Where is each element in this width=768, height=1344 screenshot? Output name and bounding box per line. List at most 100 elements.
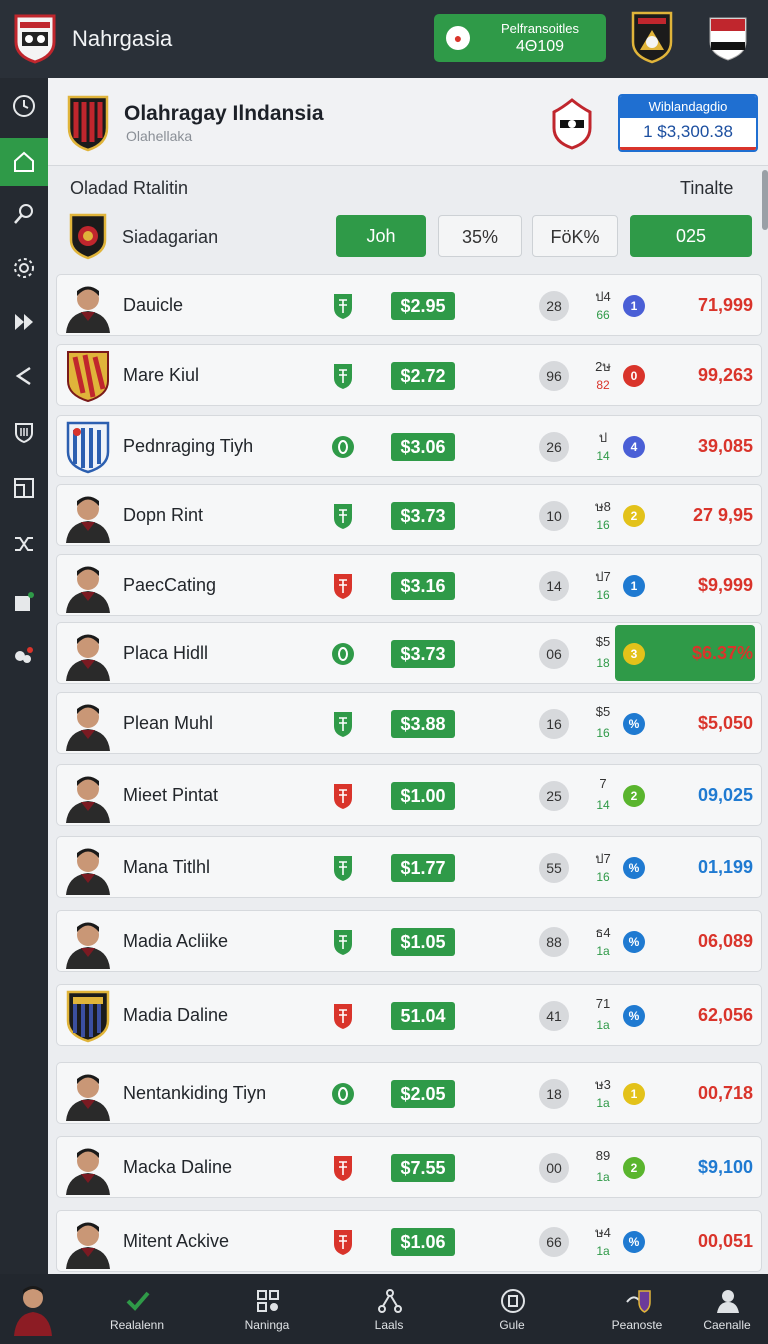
player-row[interactable]: Mitent Ackive $1.06 66 ษ4 1a% 00,051 (56, 1210, 762, 1272)
section-right-label: Tinalte (680, 178, 734, 198)
rating-badge: 41 (539, 1001, 569, 1031)
player-row[interactable]: Mana Titlhl $1.77 55 ป7 16% 01,199 (56, 836, 762, 898)
status-dot: 2 (623, 505, 645, 527)
trophy-icon (626, 1290, 651, 1313)
status-dot: 3 (623, 643, 645, 665)
player-name[interactable]: Nentankiding Tiyn (123, 1083, 266, 1104)
club-badge-icon[interactable] (630, 10, 674, 64)
player-row[interactable]: PaecCating $3.16 14 ป7 16 1 $9,999 (56, 554, 762, 616)
filter-button-1[interactable]: Joh (336, 215, 426, 257)
price-badge[interactable]: $7.55 (391, 1154, 455, 1182)
player-name[interactable]: Plean Muhl (123, 713, 213, 734)
form-top: ป7 (595, 851, 611, 866)
status-dot: 1 (623, 1083, 645, 1105)
price-badge[interactable]: $3.73 (391, 502, 455, 530)
player-row[interactable]: Placa Hidll $3.73 06 $5 18 3 $6.37% (56, 622, 762, 684)
rating-badge: 28 (539, 291, 569, 321)
player-name[interactable]: Pednraging Tiyh (123, 436, 253, 457)
form-top: $5 (595, 704, 611, 719)
nav-label: Realalenn (109, 1318, 165, 1332)
player-name[interactable]: Mare Kiul (123, 365, 199, 386)
player-name[interactable]: Placa Hidll (123, 643, 208, 664)
rating-badge: 18 (539, 1079, 569, 1109)
player-row[interactable]: Dauicle $2.95 28 ป4 66 1 71,999 (56, 274, 762, 336)
price-badge[interactable]: $3.73 (391, 640, 455, 668)
form-top: 2ษ (595, 359, 611, 374)
price-badge[interactable]: $2.95 (391, 292, 455, 320)
balance-button[interactable]: ● Pelfransoitles 4Θ109 (434, 14, 606, 62)
sidebar-item-club[interactable] (0, 408, 48, 456)
price-badge[interactable]: 51.04 (391, 1002, 455, 1030)
form-bottom: 1a (596, 1244, 610, 1258)
player-row[interactable]: Pednraging Tiyh $3.06 26 ป 14 4 39,085 (56, 415, 762, 477)
filter-button-2[interactable]: 35% (438, 215, 522, 257)
player-name[interactable]: Macka Daline (123, 1157, 232, 1178)
price-badge[interactable]: $1.06 (391, 1228, 455, 1256)
filter-button-4[interactable]: 025 (630, 215, 752, 257)
player-row[interactable]: Madia Acliike $1.05 88 ธ4 1a% 06,089 (56, 910, 762, 972)
player-name[interactable]: Madia Daline (123, 1005, 228, 1026)
player-name[interactable]: Mana Titlhl (123, 857, 210, 878)
sidebar-item-community[interactable] (0, 632, 48, 680)
nav-item-2[interactable]: Naninga (212, 1274, 322, 1344)
rank-box[interactable]: Wiblandagdio 1 $3,300.38 (618, 94, 758, 152)
sidebar-item-transfers[interactable] (0, 520, 48, 568)
player-row[interactable]: Macka Daline $7.55 00 89 1a 2 $9,100 (56, 1136, 762, 1198)
status-dot: % (623, 1231, 645, 1253)
filter-button-3[interactable]: FöK% (532, 215, 618, 257)
sidebar-item-edit[interactable] (0, 578, 48, 626)
flag-icon[interactable] (708, 14, 748, 62)
form-bottom: 14 (596, 449, 610, 463)
player-row[interactable]: Plean Muhl $3.88 16 $5 16% $5,050 (56, 692, 762, 754)
form-bottom: 1a (596, 944, 610, 958)
player-row[interactable]: Nentankiding Tiyn $2.05 18 ษ3 1a 1 00,718 (56, 1062, 762, 1124)
nav-item-6[interactable]: Caenalle (672, 1274, 768, 1344)
nav-item-3[interactable]: Laals (334, 1274, 444, 1344)
rating-badge: 26 (539, 432, 569, 462)
sidebar-item-settings[interactable] (0, 244, 48, 292)
nav-item-1[interactable]: Realalenn (82, 1274, 192, 1344)
player-name[interactable]: Dauicle (123, 295, 183, 316)
sidebar-item-history[interactable] (0, 82, 48, 130)
status-dot: 2 (623, 1157, 645, 1179)
player-row[interactable]: Madia Daline 51.04 41 71 1a% 62,056 (56, 984, 762, 1046)
sidebar-item-layout[interactable] (0, 464, 48, 512)
player-name[interactable]: Mieet Pintat (123, 785, 218, 806)
sidebar-item-back[interactable] (0, 352, 48, 400)
player-row[interactable]: Mare Kiul $2.72 96 2ษ 82 0 99,263 (56, 344, 762, 406)
price-badge[interactable]: $3.06 (391, 433, 455, 461)
points-value: 06,089 (697, 931, 753, 951)
sidebar-item-forward[interactable] (0, 298, 48, 346)
club-shield-icon[interactable] (552, 98, 592, 150)
wallet-icon: ● (446, 26, 470, 50)
team-badge-icon (69, 213, 107, 260)
price-badge[interactable]: $2.72 (391, 362, 455, 390)
group-icon (15, 647, 33, 663)
price-badge[interactable]: $1.00 (391, 782, 455, 810)
balance-value: 4Θ109 (515, 38, 565, 55)
price-badge[interactable]: $1.05 (391, 928, 455, 956)
form-top: ษ3 (595, 1077, 611, 1092)
player-name[interactable]: PaecCating (123, 575, 216, 596)
player-name[interactable]: Dopn Rint (123, 505, 203, 526)
green-shield-icon (331, 501, 355, 531)
player-avatar (63, 915, 113, 969)
player-row[interactable]: Dopn Rint $3.73 10 ษ8 16 2 27 9,95 (56, 484, 762, 546)
player-row[interactable]: Mieet Pintat $1.00 25 7 14 2 09,025 (56, 764, 762, 826)
sidebar-item-search[interactable] (0, 190, 48, 238)
price-badge[interactable]: $2.05 (391, 1080, 455, 1108)
sidebar-item-home[interactable] (0, 138, 48, 186)
price-badge[interactable]: $1.77 (391, 854, 455, 882)
status-dot: 1 (623, 295, 645, 317)
app-logo-icon (14, 14, 56, 64)
profile-avatar[interactable] (10, 1280, 56, 1338)
nav-item-4[interactable]: Gule (457, 1274, 567, 1344)
price-badge[interactable]: $3.16 (391, 572, 455, 600)
status-dot: 0 (623, 365, 645, 387)
points-value: 00,718 (697, 1083, 753, 1103)
player-name[interactable]: Mitent Ackive (123, 1231, 229, 1252)
player-name[interactable]: Madia Acliike (123, 931, 228, 952)
rank-label: Wiblandagdio (620, 96, 756, 118)
section-title: Oladad Rtalitin (70, 178, 189, 198)
price-badge[interactable]: $3.88 (391, 710, 455, 738)
